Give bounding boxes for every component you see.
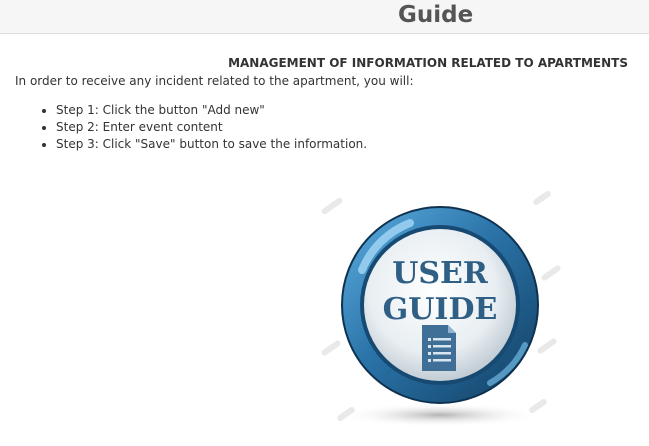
steps-list: Step 1: Click the button "Add new" Step … xyxy=(38,102,367,153)
section-heading: MANAGEMENT OF INFORMATION RELATED TO APA… xyxy=(228,56,628,70)
page-title: Guide xyxy=(398,2,474,28)
badge-shadow xyxy=(340,403,540,427)
intro-text: In order to receive any incident related… xyxy=(15,74,414,88)
user-guide-illustration: USER GUIDE xyxy=(321,190,561,427)
step-item: Step 2: Enter event content xyxy=(56,119,367,136)
document-icon xyxy=(422,325,456,371)
header-bar: Guide xyxy=(0,0,649,34)
badge-text-line1: USER xyxy=(392,256,489,291)
badge-text-line2: GUIDE xyxy=(383,292,498,327)
step-item: Step 3: Click "Save" button to save the … xyxy=(56,136,367,153)
step-item: Step 1: Click the button "Add new" xyxy=(56,102,367,119)
